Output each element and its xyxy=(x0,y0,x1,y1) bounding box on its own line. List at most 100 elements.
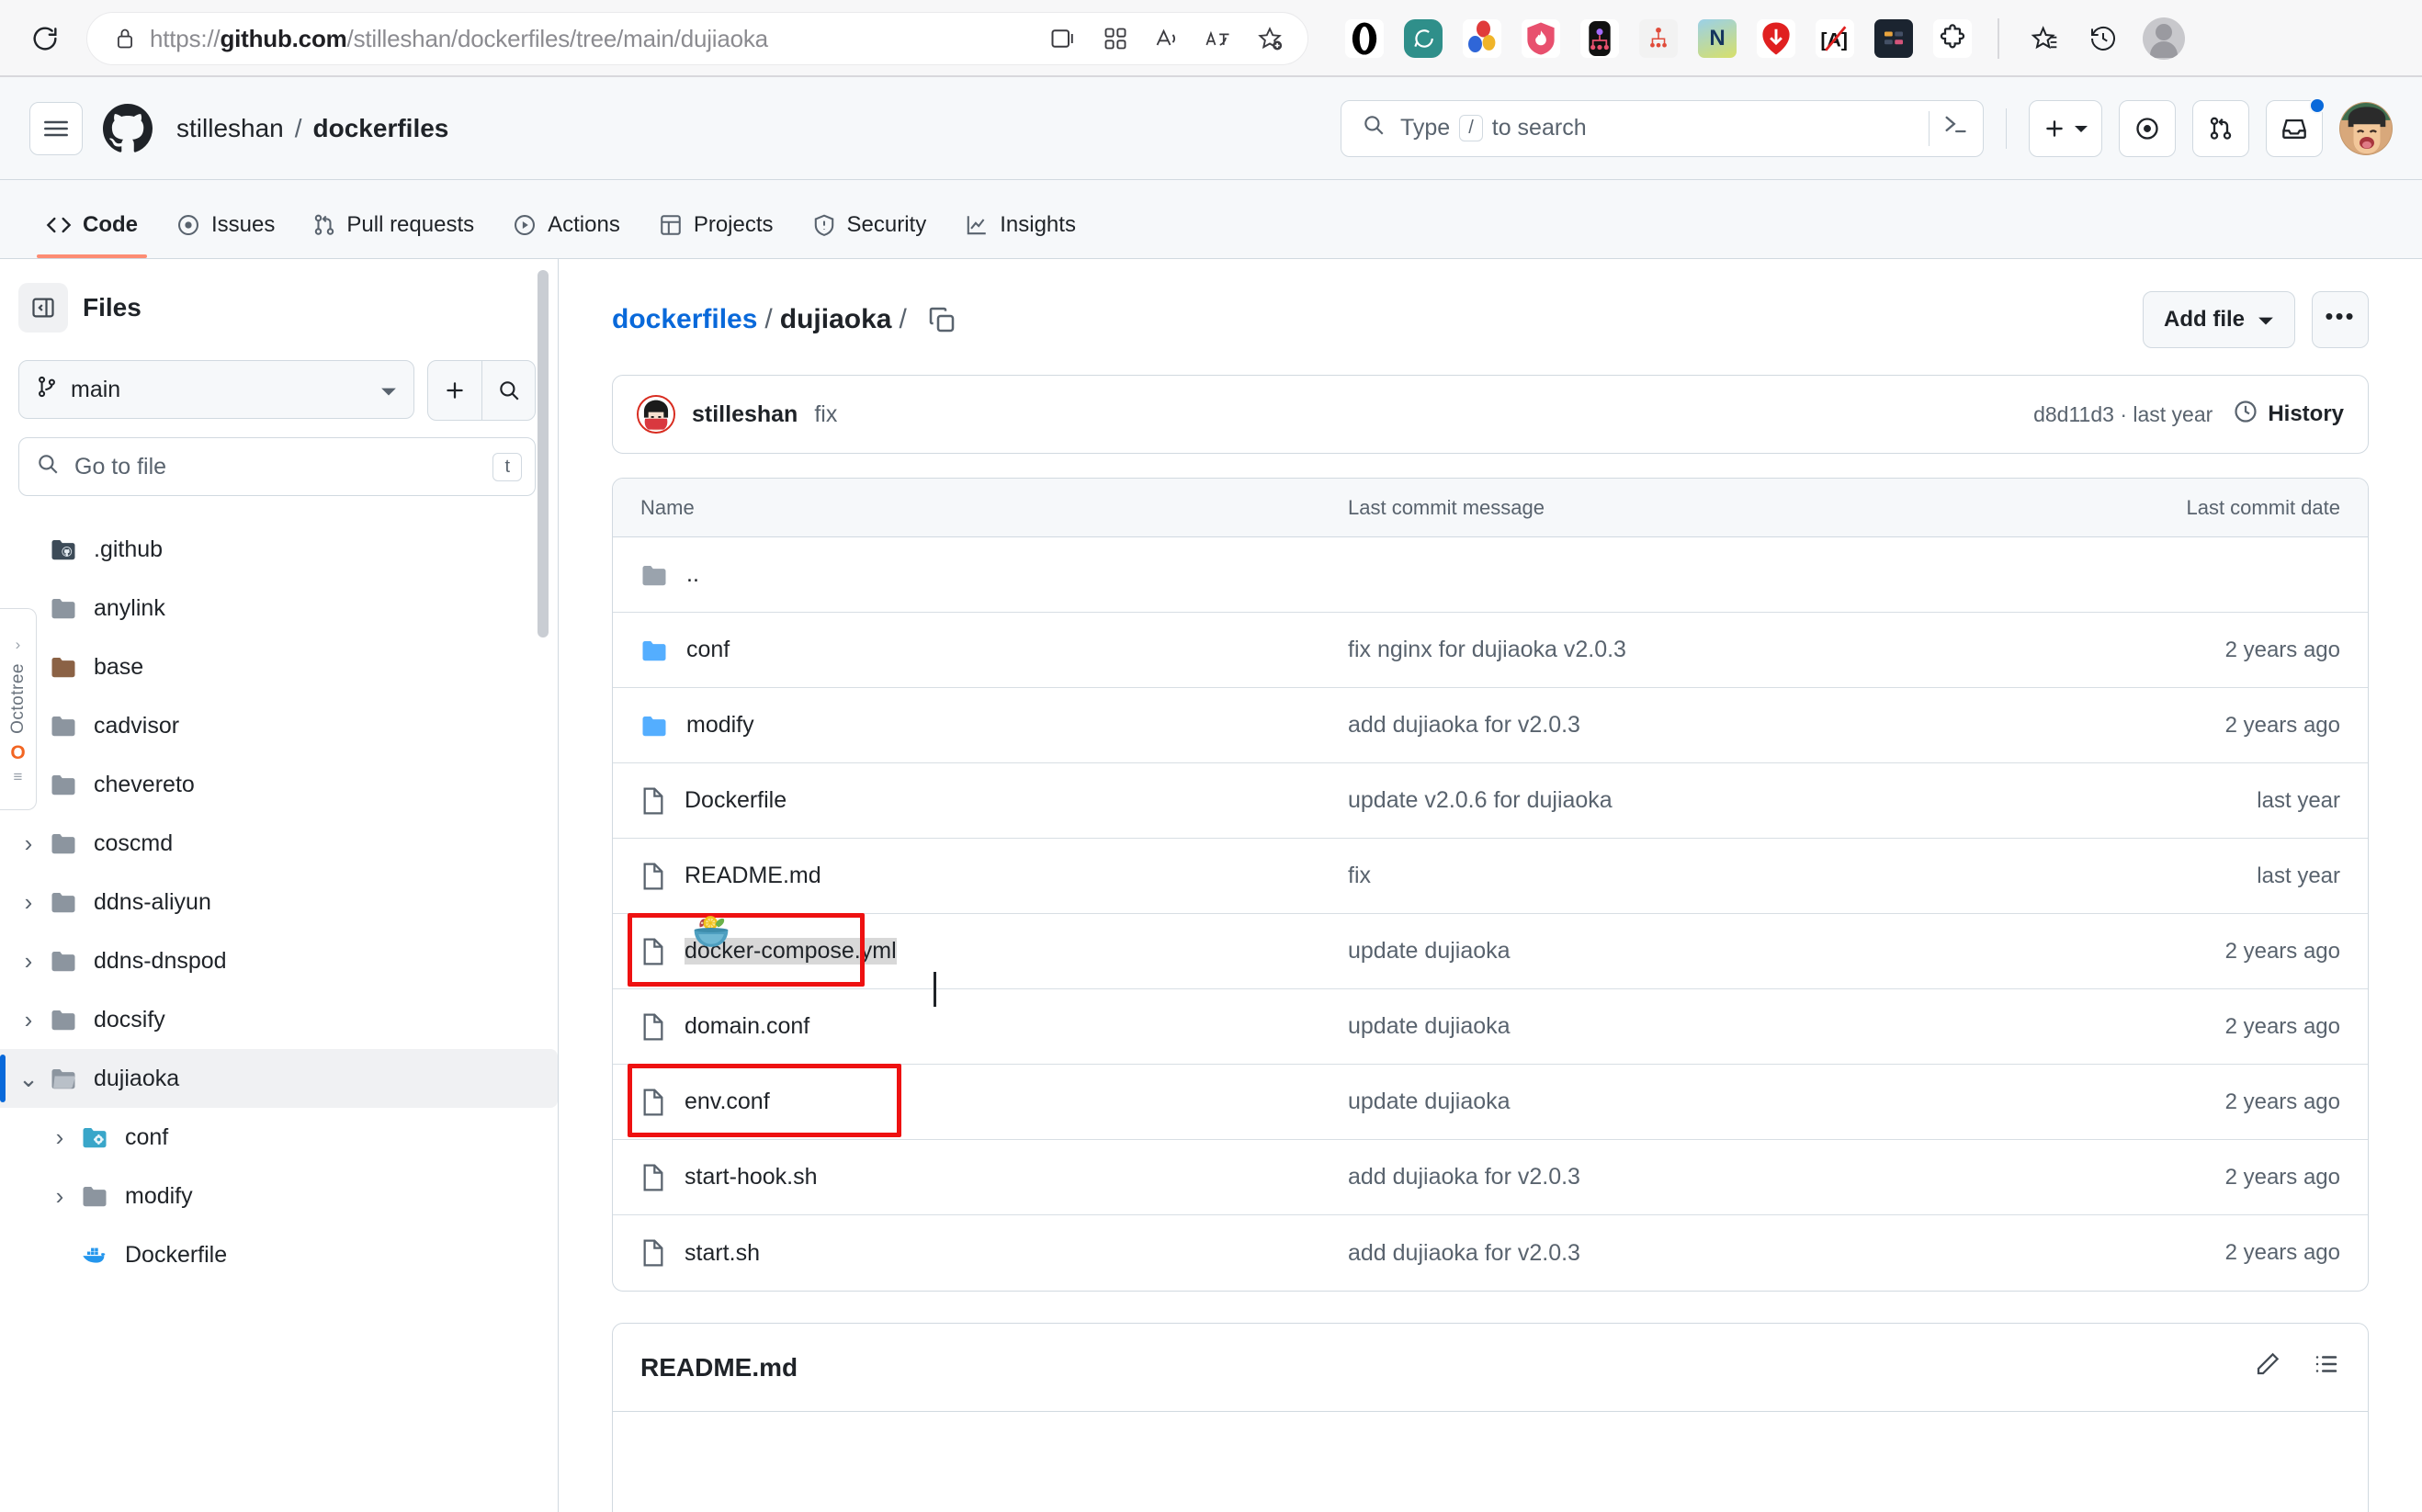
collections-icon[interactable] xyxy=(1100,23,1131,54)
tree-item-readme-md[interactable]: README.md xyxy=(0,1284,558,1292)
copy-path-icon[interactable] xyxy=(927,305,956,334)
reload-icon[interactable] xyxy=(20,14,70,63)
table-row[interactable]: Dockerfile update v2.0.6 for dujiaoka last… xyxy=(613,763,2368,839)
address-bar[interactable]: https://github.com/stilleshan/dockerfile… xyxy=(86,12,1308,65)
file-name-link[interactable]: conf xyxy=(686,637,730,663)
read-aloud-icon[interactable] xyxy=(1151,23,1183,54)
favorite-add-icon[interactable] xyxy=(1254,23,1285,54)
opera-gx-icon[interactable] xyxy=(1345,19,1384,58)
file-name-link[interactable]: modify xyxy=(686,712,754,739)
pull-requests-icon[interactable] xyxy=(2192,99,2249,157)
tree-item-docsify[interactable]: › docsify xyxy=(0,990,558,1049)
tree-item-conf[interactable]: › conf xyxy=(0,1108,558,1167)
tree-item-ddns-aliyun[interactable]: › ddns-aliyun xyxy=(0,873,558,931)
table-row[interactable]: domain.conf update dujiaoka 2 years ago xyxy=(613,989,2368,1065)
breadcrumb-current[interactable]: dujiaoka xyxy=(780,304,892,335)
search-input[interactable]: Type / to search xyxy=(1341,99,1984,157)
table-row[interactable]: start-hook.sh add dujiaoka for v2.0.3 2 ye… xyxy=(613,1140,2368,1215)
commit-message-cell[interactable]: add dujiaoka for v2.0.3 xyxy=(1348,1164,2065,1190)
tree-item-coscmd[interactable]: › coscmd xyxy=(0,814,558,873)
tab-security[interactable]: Security xyxy=(796,192,944,258)
file-name-link[interactable]: start-hook.sh xyxy=(685,1164,818,1190)
puzzle-extensions-icon[interactable] xyxy=(1933,19,1972,58)
tree-item-cadvisor[interactable]: cadvisor xyxy=(0,696,558,755)
hamburger-menu-icon[interactable] xyxy=(29,101,83,155)
table-row[interactable]: README.md fix last year xyxy=(613,839,2368,914)
chevron-right-icon[interactable]: › xyxy=(13,947,44,976)
tab-insights[interactable]: Insights xyxy=(948,192,1092,258)
shield-flame-icon[interactable] xyxy=(1522,19,1560,58)
dark-reader-icon[interactable] xyxy=(1874,19,1913,58)
commit-message-cell[interactable]: update v2.0.6 for dujiaoka xyxy=(1348,787,2065,814)
inbox-icon[interactable] xyxy=(2266,96,2326,157)
balloons-icon[interactable] xyxy=(1463,19,1501,58)
command-palette-icon[interactable] xyxy=(1942,113,1968,143)
commit-message-cell[interactable]: add dujiaoka for v2.0.3 xyxy=(1348,712,2065,739)
file-name-link[interactable]: .. xyxy=(686,561,699,588)
tree-item-dujiaoka[interactable]: ⌄ dujiaoka xyxy=(0,1049,558,1108)
tree-item-anylink[interactable]: anylink xyxy=(0,579,558,638)
sitemap-dark-icon[interactable] xyxy=(1580,19,1619,58)
table-row[interactable]: docker-compose.yml update dujiaoka 2 years… xyxy=(613,913,2368,989)
commit-sha[interactable]: d8d11d3 xyxy=(2033,402,2114,426)
commit-message-cell[interactable]: update dujiaoka xyxy=(1348,1013,2065,1040)
add-file-button[interactable]: Add file xyxy=(2143,291,2295,348)
sidebar-search-icon[interactable] xyxy=(481,361,535,420)
split-screen-icon[interactable] xyxy=(1048,23,1080,54)
chevron-right-icon[interactable]: › xyxy=(44,1182,75,1211)
table-row[interactable]: conf fix nginx for dujiaoka v2.0.3 2 years… xyxy=(613,613,2368,688)
tab-issues[interactable]: Issues xyxy=(160,192,291,258)
table-row[interactable]: start.sh add dujiaoka for v2.0.3 2 years a… xyxy=(613,1215,2368,1291)
pencil-icon[interactable] xyxy=(2254,1350,2281,1384)
repo-owner-link[interactable]: stilleshan xyxy=(176,114,284,143)
commit-message-cell[interactable]: fix nginx for dujiaoka v2.0.3 xyxy=(1348,637,2065,663)
commit-message-cell[interactable]: add dujiaoka for v2.0.3 xyxy=(1348,1240,2065,1267)
sidebar-scrollbar[interactable] xyxy=(538,259,549,1512)
table-row[interactable]: env.conf update dujiaoka 2 years ago xyxy=(613,1064,2368,1140)
tree-item-dockerfile[interactable]: Dockerfile xyxy=(0,1225,558,1284)
more-options-button[interactable]: ••• xyxy=(2312,291,2369,348)
tab-pull-requests[interactable]: Pull requests xyxy=(297,192,491,258)
sidebar-collapse-icon[interactable] xyxy=(18,283,68,333)
create-new-button[interactable] xyxy=(2029,99,2102,157)
tree-item-base[interactable]: base xyxy=(0,638,558,696)
no-ads-icon[interactable]: [A] xyxy=(1816,19,1854,58)
file-name-link[interactable]: Dockerfile xyxy=(685,787,787,814)
commit-message-cell[interactable]: fix xyxy=(1348,863,2065,889)
file-name-link[interactable]: README.md xyxy=(685,863,821,889)
file-name-link[interactable]: docker-compose.yml xyxy=(685,938,897,965)
download-arrow-icon[interactable] xyxy=(1757,19,1795,58)
notion-icon[interactable]: N xyxy=(1698,19,1737,58)
browser-profile-avatar[interactable] xyxy=(2143,17,2185,60)
github-mark-icon[interactable] xyxy=(103,103,153,153)
breadcrumb-root-link[interactable]: dockerfiles xyxy=(612,304,757,335)
scrollbar-thumb[interactable] xyxy=(538,270,549,638)
file-name-link[interactable]: env.conf xyxy=(685,1089,770,1115)
history-link[interactable]: History xyxy=(2233,399,2344,431)
user-avatar[interactable] xyxy=(2339,101,2393,155)
avatar[interactable] xyxy=(637,395,675,434)
favorites-icon[interactable] xyxy=(2025,19,2064,58)
file-name-link[interactable]: start.sh xyxy=(685,1240,760,1267)
table-row[interactable]: .. xyxy=(613,537,2368,613)
chevron-right-icon[interactable]: › xyxy=(13,888,44,917)
sitemap-light-icon[interactable] xyxy=(1639,19,1678,58)
octotree-panel-tab[interactable]: › Octotree O ≡ xyxy=(0,608,37,810)
tree-item-chevereto[interactable]: ›chevereto xyxy=(0,755,558,814)
translate-icon[interactable] xyxy=(1203,23,1234,54)
tree-item--github[interactable]: .github xyxy=(0,520,558,579)
branch-selector[interactable]: main xyxy=(18,360,414,419)
add-file-button[interactable] xyxy=(428,361,481,420)
commit-message-cell[interactable]: update dujiaoka xyxy=(1348,938,2065,965)
tab-code[interactable]: Code xyxy=(29,192,154,258)
repo-name-link[interactable]: dockerfiles xyxy=(313,114,449,143)
commit-message-cell[interactable]: update dujiaoka xyxy=(1348,1089,2065,1115)
tab-actions[interactable]: Actions xyxy=(496,192,637,258)
list-unordered-icon[interactable] xyxy=(2313,1350,2340,1384)
chevron-right-icon[interactable]: › xyxy=(13,1006,44,1034)
table-row[interactable]: modify add dujiaoka for v2.0.3 2 years ago xyxy=(613,688,2368,763)
tab-projects[interactable]: Projects xyxy=(642,192,790,258)
file-name-link[interactable]: domain.conf xyxy=(685,1013,809,1040)
chat-bubble-icon[interactable] xyxy=(1404,19,1443,58)
chevron-down-icon[interactable]: ⌄ xyxy=(13,1065,44,1093)
